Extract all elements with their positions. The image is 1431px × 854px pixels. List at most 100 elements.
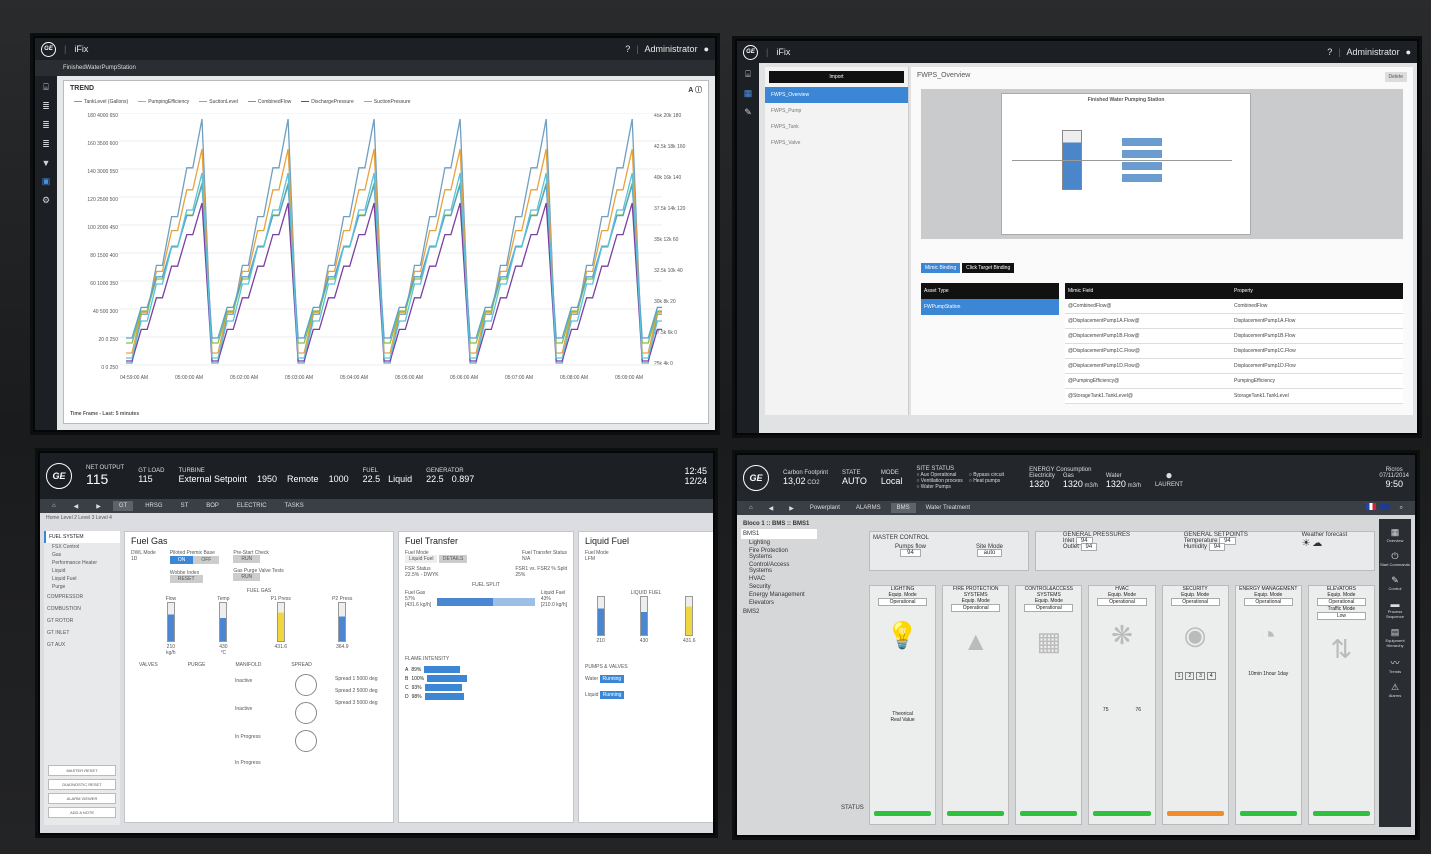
system-card[interactable]: HVAC Equip. Mode Operational ❋ 75 76	[1088, 585, 1156, 825]
equip-mode-select[interactable]: Operational	[1097, 598, 1147, 606]
side-action-button[interactable]: ALARM VIEWER	[48, 793, 116, 804]
system-card[interactable]: CONTROL&ACCESS SYSTEMS Equip. Mode Operati…	[1015, 585, 1083, 825]
binding-row[interactable]: @DisplacementPump1B.Flow@ DisplacementPum…	[1065, 329, 1403, 344]
tab-electric[interactable]: ELECTRIC	[231, 501, 273, 511]
nav-compressor[interactable]: COMPRESSOR	[44, 591, 120, 603]
energy-range-tab[interactable]: 10min	[1248, 671, 1263, 677]
binding-row[interactable]: @StorageTank1.TankLevel@ StorageTank1.Tan…	[1065, 389, 1403, 404]
equip-mode-select[interactable]: Operational	[1316, 598, 1366, 606]
liquid-running[interactable]: Running	[599, 691, 625, 699]
tree-item[interactable]: BMS2	[741, 607, 817, 617]
forward-icon[interactable]: ▶	[90, 501, 107, 512]
right-nav-item[interactable]: ▤ Equipment Hierarchy	[1379, 627, 1411, 648]
nav-combustion[interactable]: COMBUSTION	[44, 603, 120, 615]
nav-subitem[interactable]: Gas	[44, 551, 120, 559]
help-icon-2[interactable]: ?	[1327, 47, 1332, 57]
tree-item[interactable]: Fire Protection Systems	[741, 547, 817, 561]
traffic-mode-select[interactable]: Low	[1316, 612, 1366, 620]
tree-item[interactable]: Elevators	[741, 599, 817, 607]
nav-fuel-system[interactable]: FUEL SYSTEM	[44, 531, 120, 543]
list-icon[interactable]: ≣	[42, 120, 50, 131]
home-icon-2[interactable]: ⌂	[743, 503, 759, 513]
tab-alarms[interactable]: ALARMS	[850, 503, 887, 513]
model-icon[interactable]: ⌸	[43, 82, 48, 93]
user-name-2[interactable]: Administrator	[1347, 47, 1400, 57]
fuel-mode-select[interactable]: Liquid Fuel	[405, 555, 438, 563]
equip-mode-select[interactable]: Operational	[878, 598, 928, 606]
nav-gt-inlet[interactable]: GT INLET	[44, 627, 120, 639]
right-nav-item[interactable]: ⚠ Alarms	[1389, 682, 1401, 698]
site-status-item[interactable]: ○ Heat pumps	[969, 478, 1015, 484]
tab-gt[interactable]: GT	[112, 501, 134, 511]
system-card[interactable]: ELEVATORS Equip. Mode Operational Traffic M…	[1307, 585, 1375, 825]
side-action-button[interactable]: DIAGNOSTIC RESET	[48, 779, 116, 790]
tab-bms[interactable]: BMS	[890, 503, 916, 513]
equip-mode-select[interactable]: Operational	[951, 604, 1001, 612]
legend-item[interactable]: TankLevel (Gallons)	[74, 99, 128, 105]
back-icon-2[interactable]: ◀	[763, 503, 780, 514]
nav-subitem[interactable]: Performance Heater	[44, 559, 120, 567]
camera-button[interactable]: 2	[1185, 672, 1195, 680]
energy-range-tab[interactable]: 1day	[1277, 671, 1288, 677]
equip-mode-select[interactable]: Operational	[1243, 598, 1293, 606]
system-card[interactable]: SECURITY Equip. Mode Operational ◉ 1 2 3 4	[1161, 585, 1229, 825]
binding-row[interactable]: @CombinedFlow@ CombinedFlow	[1065, 299, 1403, 314]
tab-click-target-binding[interactable]: Click Target Binding	[962, 263, 1015, 273]
tab-st[interactable]: ST	[175, 501, 195, 511]
right-nav-item[interactable]: ✎ Control	[1389, 575, 1402, 591]
legend-item[interactable]: SuctionPressure	[363, 99, 410, 105]
nav-subitem[interactable]: Liquid	[44, 567, 120, 575]
system-card[interactable]: ENERGY MANAGEMENT Equip. Mode Operational ◔…	[1234, 585, 1302, 825]
user-icon-2[interactable]: ●	[1406, 47, 1411, 57]
hierarchy-icon[interactable]: ⌸	[745, 69, 750, 80]
nav-gt-aux[interactable]: GT AUX	[44, 639, 120, 651]
legend-item[interactable]: CombinedFlow	[247, 99, 291, 105]
display-item[interactable]: FWPS_Tank	[765, 119, 908, 135]
energy-range-tab[interactable]: 1hour	[1263, 671, 1277, 677]
asset-type-value[interactable]: FWPumpStation	[921, 299, 1059, 315]
tree-item[interactable]: BMS1	[741, 529, 817, 539]
water-running[interactable]: Running	[599, 675, 625, 683]
reset-button[interactable]: RESET	[169, 575, 203, 583]
flag-uk-icon[interactable]	[1379, 502, 1390, 510]
side-action-button[interactable]: MASTER RESET	[48, 765, 116, 776]
back-icon[interactable]: ◀	[68, 501, 85, 512]
run-button-2[interactable]: RUN	[233, 573, 261, 581]
display-item[interactable]: FWPS_Valve	[765, 135, 908, 151]
help-circle-icon[interactable]: ⓘ	[695, 87, 702, 94]
off-button[interactable]: OFF	[193, 556, 220, 564]
trend-chart[interactable]	[120, 113, 662, 373]
system-card[interactable]: LIGHTING Equip. Mode Operational 💡 Theorical…	[869, 585, 937, 825]
system-card[interactable]: FIRE PROTECTION SYSTEMS Equip. Mode Operat…	[942, 585, 1010, 825]
tab-mimic-binding[interactable]: Mimic Binding	[921, 263, 961, 273]
tree-item[interactable]: Lighting	[741, 539, 817, 547]
search-icon-2[interactable]: ⌕	[1394, 503, 1409, 514]
right-nav-item[interactable]: ⏻ Start Commands	[1380, 551, 1410, 567]
forward-icon-2[interactable]: ▶	[783, 503, 800, 514]
home-icon[interactable]: ⌂	[46, 501, 62, 511]
binding-row[interactable]: @DisplacementPump1A.Flow@ DisplacementPum…	[1065, 314, 1403, 329]
alarm-icon[interactable]: ▼	[42, 158, 51, 168]
nav-subitem[interactable]: FSX Control	[44, 543, 120, 551]
right-nav-item[interactable]: 〰 Trends	[1389, 656, 1401, 674]
site-status-item[interactable]: ○ Water Pumps	[916, 484, 962, 490]
import-button[interactable]: Import	[769, 71, 904, 83]
grid-icon[interactable]: ▦	[744, 88, 753, 99]
right-nav-item[interactable]: ▬ Process Sequence	[1379, 599, 1411, 619]
nav-gt-rotor[interactable]: GT ROTOR	[44, 615, 120, 627]
right-nav-item[interactable]: ▦ Overview	[1387, 527, 1404, 543]
tree-item[interactable]: Security	[741, 583, 817, 591]
tools-icon[interactable]: ✎	[744, 107, 752, 118]
tree-item[interactable]: HVAC	[741, 575, 817, 583]
user-icon[interactable]: ●	[704, 44, 709, 54]
camera-button[interactable]: 4	[1206, 672, 1216, 680]
outlet-input[interactable]: 94	[1080, 543, 1098, 551]
display-item[interactable]: FWPS_Overview	[765, 87, 908, 103]
legend-item[interactable]: PumpingEfficiency	[138, 99, 189, 105]
tab-tasks[interactable]: TASKS	[279, 501, 310, 511]
tab-powerplant[interactable]: Powerplant	[804, 503, 846, 513]
site-mode-select[interactable]: auto	[976, 549, 1003, 557]
camera-button[interactable]: 1	[1174, 672, 1184, 680]
tab-bop[interactable]: BOP	[200, 501, 225, 511]
delete-button[interactable]: Delete	[1384, 72, 1407, 82]
